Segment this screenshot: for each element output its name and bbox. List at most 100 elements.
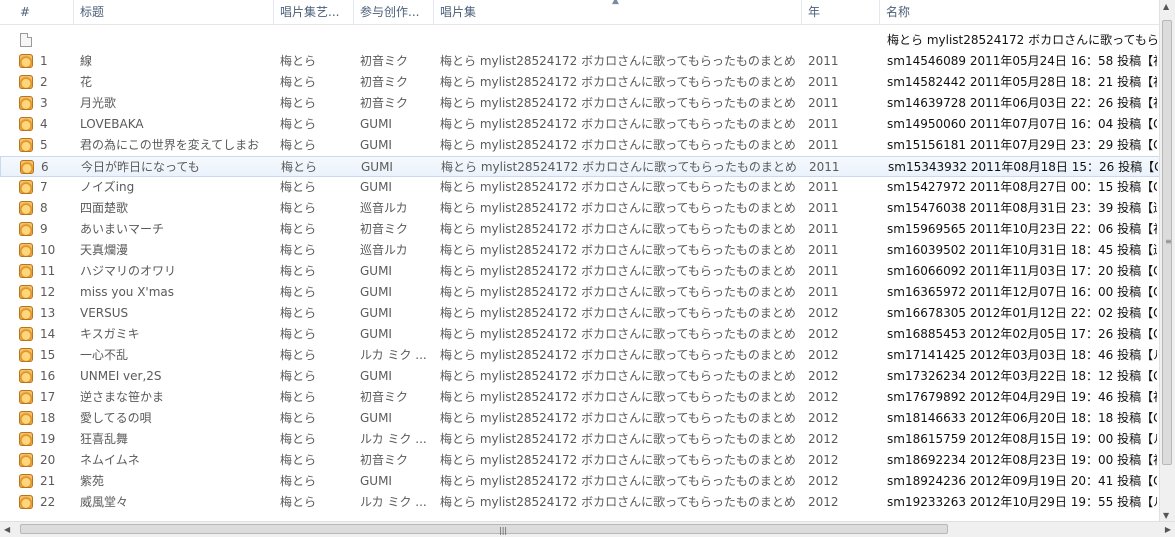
row-title: あいまいマーチ — [80, 222, 165, 236]
table-row[interactable]: 13 VERSUS 梅とら GUMI 梅とら mylist28524172 ボカロさんに… — [0, 303, 1160, 324]
table-row[interactable]: 10 天真爛漫 梅とら 巡音ルカ 梅とら mylist28524172 ボカロさんに歌っ… — [0, 240, 1160, 261]
row-title: 君の為にこの世界を変えてしまお — [80, 138, 260, 152]
column-header-number[interactable]: # — [14, 0, 74, 24]
table-row[interactable]: 14 キスガミキ 梅とら GUMI 梅とら mylist28524172 ボカロさんに歌… — [0, 324, 1160, 345]
table-row[interactable]: 3 月光歌 梅とら 初音ミク 梅とら mylist28524172 ボカロさんに歌っても… — [0, 93, 1160, 114]
row-contributing-artist: ルカ ミク ... — [360, 348, 427, 362]
table-row[interactable]: 1 線 梅とら 初音ミク 梅とら mylist28524172 ボカロさんに歌ってもらっ… — [0, 51, 1160, 72]
row-contributing-artist: GUMI — [360, 117, 392, 131]
table-row[interactable]: 22 威風堂々 梅とら ルカ ミク ... 梅とら mylist28524172 ボカロ… — [0, 492, 1160, 513]
column-header-year[interactable]: 年 — [802, 0, 880, 24]
row-number: 13 — [40, 306, 56, 320]
table-row[interactable]: 11 ハジマリのオワリ 梅とら GUMI 梅とら mylist28524172 ボカロさ… — [0, 261, 1160, 282]
horizontal-scrollbar[interactable]: ◀ ||| ▶ — [0, 521, 1175, 537]
row-album: 梅とら mylist28524172 ボカロさんに歌ってもらったものまとめ — [440, 243, 796, 257]
sort-ascending-icon: ▲ — [612, 0, 619, 6]
row-album-artist: 梅とら — [280, 285, 317, 299]
table-row[interactable]: 15 一心不乱 梅とら ルカ ミク ... 梅とら mylist28524172 ボカロ… — [0, 345, 1160, 366]
row-contributing-artist: 初音ミク — [360, 453, 409, 467]
row-year: 2011 — [808, 264, 839, 278]
vertical-scrollbar[interactable]: ▲ ≡ ▼ — [1159, 0, 1175, 522]
document-icon — [20, 33, 32, 47]
table-row[interactable]: 12 miss you X'mas 梅とら GUMI 梅とら mylist2852417… — [0, 282, 1160, 303]
music-file-icon — [20, 160, 34, 174]
row-number: 3 — [40, 96, 48, 110]
column-header-name[interactable]: 名称 — [880, 0, 1160, 24]
row-album: 梅とら mylist28524172 ボカロさんに歌ってもらったものまとめ — [441, 160, 797, 174]
row-contributing-artist: 初音ミク — [360, 96, 409, 110]
row-album-artist: 梅とら — [280, 96, 317, 110]
row-contributing-artist: 初音ミク — [360, 75, 409, 89]
row-contributing-artist: 初音ミク — [360, 222, 409, 236]
row-name: sm18692234 2012年08月23日 19：00 投稿【初音ミク】 — [887, 453, 1157, 467]
music-file-icon — [19, 180, 33, 194]
row-number: 7 — [40, 180, 48, 194]
table-row[interactable]: 19 狂喜乱舞 梅とら ルカ ミク ... 梅とら mylist28524172 ボカロ… — [0, 429, 1160, 450]
row-number: 22 — [40, 495, 56, 509]
row-name: sm15427972 2011年08月27日 00：15 投稿【GUMI】 — [887, 180, 1157, 194]
row-album-artist: 梅とら — [280, 306, 317, 320]
row-title: 天真爛漫 — [80, 243, 129, 257]
row-name: sm15476038 2011年08月31日 23：39 投稿【巡音ルカ】 — [887, 201, 1157, 215]
table-row[interactable]: 5 君の為にこの世界を変えてしまお 梅とら GUMI 梅とら mylist2852417… — [0, 135, 1160, 156]
row-year: 2011 — [808, 222, 839, 236]
row-album: 梅とら mylist28524172 ボカロさんに歌ってもらったものまとめ — [440, 390, 796, 404]
scroll-grip-icon: ≡ — [1165, 237, 1172, 246]
horizontal-scroll-thumb[interactable]: ||| — [20, 524, 948, 535]
music-file-icon — [19, 453, 33, 467]
table-row[interactable]: 2 花 梅とら 初音ミク 梅とら mylist28524172 ボカロさんに歌ってもらっ… — [0, 72, 1160, 93]
table-row[interactable]: 20 ネムイムネ 梅とら 初音ミク 梅とら mylist28524172 ボカロさんに歌… — [0, 450, 1160, 471]
row-contributing-artist: GUMI — [360, 138, 392, 152]
scroll-left-arrow-icon[interactable]: ◀ — [4, 525, 10, 534]
row-album-artist: 梅とら — [280, 222, 317, 236]
row-year: 2012 — [808, 474, 839, 488]
row-name: sm15343932 2011年08月18日 15：26 投稿【GUMI】 — [888, 160, 1158, 174]
scroll-up-arrow-icon[interactable]: ▲ — [1163, 2, 1169, 11]
table-row[interactable]: 9 あいまいマーチ 梅とら 初音ミク 梅とら mylist28524172 ボカロさんに… — [0, 219, 1160, 240]
row-title: 一心不乱 — [80, 348, 129, 362]
row-name: sm16365972 2011年12月07日 16：00 投稿【GUMI】 — [887, 285, 1157, 299]
row-album: 梅とら mylist28524172 ボカロさんに歌ってもらったものまとめ — [440, 138, 796, 152]
row-title: UNMEI ver,2S — [80, 369, 162, 383]
column-header-album-artist[interactable]: 唱片集艺... — [274, 0, 354, 24]
table-row[interactable]: 4 LOVEBAKA 梅とら GUMI 梅とら mylist28524172 ボカロさん… — [0, 114, 1160, 135]
row-year: 2011 — [808, 75, 839, 89]
music-file-icon — [19, 495, 33, 509]
row-year: 2011 — [808, 138, 839, 152]
row-year: 2012 — [808, 495, 839, 509]
row-album-artist: 梅とら — [280, 117, 317, 131]
row-title: ノイズing — [80, 180, 135, 194]
table-row[interactable]: 21 紫苑 梅とら GUMI 梅とら mylist28524172 ボカロさんに歌っても… — [0, 471, 1160, 492]
table-row[interactable]: 6 今日が昨日になっても 梅とら GUMI 梅とら mylist28524172 ボカロ… — [0, 156, 1160, 177]
table-row[interactable]: 17 逆さまな笹かま 梅とら 初音ミク 梅とら mylist28524172 ボカロさん… — [0, 387, 1160, 408]
table-row[interactable]: 18 愛してるの唄 梅とら GUMI 梅とら mylist28524172 ボカロさんに… — [0, 408, 1160, 429]
row-album: 梅とら mylist28524172 ボカロさんに歌ってもらったものまとめ — [440, 54, 796, 68]
column-header-title[interactable]: 标题 — [74, 0, 274, 24]
row-number: 8 — [40, 201, 48, 215]
row-contributing-artist: ルカ ミク ... — [360, 495, 427, 509]
music-file-icon — [19, 411, 33, 425]
row-name: sm17141425 2012年03月03日 18：46 投稿【ルカ】 — [887, 348, 1157, 362]
row-album: 梅とら mylist28524172 ボカロさんに歌ってもらったものまとめ — [440, 495, 796, 509]
row-album: 梅とら mylist28524172 ボカロさんに歌ってもらったものまとめ — [440, 453, 796, 467]
row-year: 2012 — [808, 327, 839, 341]
column-header-contributing-artist[interactable]: 参与创作... — [354, 0, 434, 24]
list-header-row[interactable]: 梅とら mylist28524172 ボカロさんに歌ってもらったものまとめ — [0, 30, 1160, 51]
table-row[interactable]: 8 四面楚歌 梅とら 巡音ルカ 梅とら mylist28524172 ボカロさんに歌って… — [0, 198, 1160, 219]
row-album: 梅とら mylist28524172 ボカロさんに歌ってもらったものまとめ — [440, 306, 796, 320]
row-album: 梅とら mylist28524172 ボカロさんに歌ってもらったものまとめ — [440, 369, 796, 383]
row-title: LOVEBAKA — [80, 117, 144, 131]
row-number: 15 — [40, 348, 56, 362]
music-file-icon — [19, 306, 33, 320]
vertical-scroll-thumb[interactable]: ≡ — [1162, 20, 1172, 465]
row-album: 梅とら mylist28524172 ボカロさんに歌ってもらったものまとめ — [440, 474, 796, 488]
row-number: 6 — [41, 160, 49, 174]
table-row[interactable]: 7 ノイズing 梅とら GUMI 梅とら mylist28524172 ボカロさんに歌… — [0, 177, 1160, 198]
scroll-right-arrow-icon[interactable]: ▶ — [1165, 525, 1171, 534]
row-number: 20 — [40, 453, 56, 467]
scroll-down-arrow-icon[interactable]: ▼ — [1163, 511, 1169, 520]
music-file-icon — [19, 96, 33, 110]
row-album-artist: 梅とら — [280, 369, 317, 383]
row-album-artist: 梅とら — [280, 432, 317, 446]
table-row[interactable]: 16 UNMEI ver,2S 梅とら GUMI 梅とら mylist28524172 … — [0, 366, 1160, 387]
